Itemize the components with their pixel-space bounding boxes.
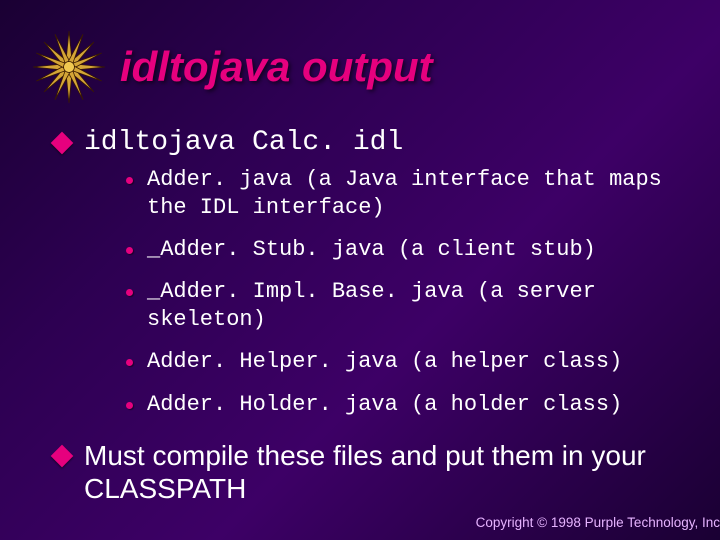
dot-bullet-icon bbox=[126, 359, 133, 366]
dot-bullet-icon bbox=[126, 177, 133, 184]
dot-bullet-icon bbox=[126, 247, 133, 254]
closing-rest: compile these files and put them in your… bbox=[84, 440, 646, 505]
title-row: idltojava output bbox=[0, 0, 720, 106]
dot-bullet-icon bbox=[126, 289, 133, 296]
slide: idltojava output idltojava Calc. idl Add… bbox=[0, 0, 720, 540]
file-item-4: Adder. Holder. java (a holder class) bbox=[147, 391, 622, 419]
list-item: _Adder. Stub. java (a client stub) bbox=[126, 236, 680, 264]
dot-bullet-icon bbox=[126, 402, 133, 409]
list-item: Adder. Holder. java (a holder class) bbox=[126, 391, 680, 419]
diamond-bullet-icon bbox=[51, 132, 74, 155]
closing-text: Must compile these files and put them in… bbox=[84, 439, 690, 506]
command-text: idltojava Calc. idl bbox=[84, 126, 403, 160]
copyright-text: Copyright © 1998 Purple Technology, Inc bbox=[476, 515, 720, 530]
list-item: _Adder. Impl. Base. java (a server skele… bbox=[126, 278, 680, 334]
file-list: Adder. java (a Java interface that maps … bbox=[54, 166, 690, 419]
file-item-3: Adder. Helper. java (a helper class) bbox=[147, 348, 622, 376]
file-item-2: _Adder. Impl. Base. java (a server skele… bbox=[147, 278, 680, 334]
slide-title: idltojava output bbox=[120, 43, 433, 91]
closing-prefix: Must bbox=[84, 440, 145, 471]
list-item: Adder. Helper. java (a helper class) bbox=[126, 348, 680, 376]
closing-bullet: Must compile these files and put them in… bbox=[0, 433, 720, 506]
file-item-1: _Adder. Stub. java (a client stub) bbox=[147, 236, 596, 264]
diamond-bullet-icon bbox=[51, 444, 74, 467]
content-area: idltojava Calc. idl Adder. java (a Java … bbox=[0, 106, 720, 419]
file-item-0: Adder. java (a Java interface that maps … bbox=[147, 166, 680, 222]
starburst-icon bbox=[30, 28, 108, 106]
bullet-command: idltojava Calc. idl bbox=[54, 126, 690, 160]
list-item: Adder. java (a Java interface that maps … bbox=[126, 166, 680, 222]
bullet-closing: Must compile these files and put them in… bbox=[54, 439, 690, 506]
